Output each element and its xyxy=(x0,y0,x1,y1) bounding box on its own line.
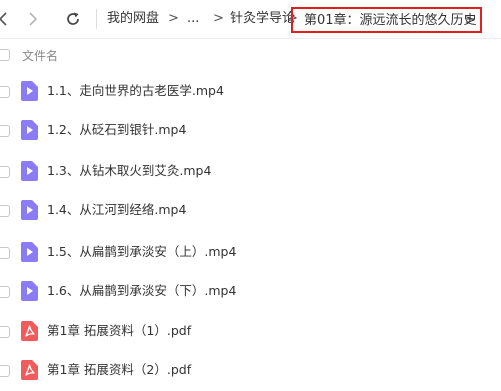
row-checkbox[interactable] xyxy=(0,86,10,98)
video-file-icon xyxy=(21,120,38,140)
pdf-file-icon xyxy=(21,360,38,380)
refresh-button[interactable] xyxy=(63,8,83,30)
refresh-icon xyxy=(67,12,79,25)
breadcrumb-current: 第01章：源远流长的悠久历史 xyxy=(304,13,477,28)
file-name: 1.3、从钻木取火到艾灸.mp4 xyxy=(47,163,212,178)
navigation-bar: 我的网盘 > ... > 针灸学导论 > 第01章：源远流长的悠久历史 > xyxy=(0,0,501,39)
back-button[interactable] xyxy=(0,8,12,30)
file-name: 1.1、走向世界的古老医学.mp4 xyxy=(47,83,224,98)
breadcrumb-current-highlight: 第01章：源远流长的悠久历史 > xyxy=(291,7,482,33)
chevron-left-icon xyxy=(0,12,7,26)
video-file-icon xyxy=(21,161,38,181)
file-name: 1.2、从砭石到银针.mp4 xyxy=(47,122,187,137)
row-checkbox[interactable] xyxy=(0,166,10,178)
row-checkbox[interactable] xyxy=(0,125,10,137)
file-name: 第1章 拓展资料（1）.pdf xyxy=(47,323,192,338)
file-row[interactable]: 1.2、从砭石到银针.mp4 xyxy=(0,113,501,149)
nav-divider xyxy=(96,9,97,29)
row-checkbox[interactable] xyxy=(0,286,10,298)
select-all-checkbox[interactable] xyxy=(0,49,10,61)
breadcrumb-item-my-drive[interactable]: 我的网盘 xyxy=(107,10,159,28)
row-checkbox[interactable] xyxy=(0,205,10,217)
video-file-icon xyxy=(21,81,38,101)
video-file-icon xyxy=(21,200,38,220)
file-row[interactable]: 第1章 拓展资料（1）.pdf xyxy=(0,314,501,350)
row-checkbox[interactable] xyxy=(0,247,10,259)
pdf-file-icon xyxy=(21,321,38,341)
column-header-filename[interactable]: 文件名 xyxy=(22,47,58,64)
video-file-icon xyxy=(21,281,38,301)
breadcrumb-separator: > xyxy=(465,13,476,28)
file-name: 1.4、从江河到经络.mp4 xyxy=(47,202,187,217)
file-name: 1.5、从扁鹊到承淡安（上）.mp4 xyxy=(47,244,237,259)
chevron-right-icon xyxy=(29,12,38,26)
row-checkbox[interactable] xyxy=(0,365,10,377)
list-header: 文件名 xyxy=(0,40,501,70)
file-row[interactable]: 1.1、走向世界的古老医学.mp4 xyxy=(0,74,501,110)
file-row[interactable]: 1.6、从扁鹊到承淡安（下）.mp4 xyxy=(0,274,501,310)
video-file-icon xyxy=(21,242,38,262)
file-row[interactable]: 1.3、从钻木取火到艾灸.mp4 xyxy=(0,154,501,190)
file-row[interactable]: 1.4、从江河到经络.mp4 xyxy=(0,193,501,229)
file-browser: 我的网盘 > ... > 针灸学导论 > 第01章：源远流长的悠久历史 > 文件… xyxy=(0,0,501,391)
breadcrumb-item-ellipsis[interactable]: ... xyxy=(187,10,199,28)
file-row[interactable]: 第1章 拓展资料（2）.pdf xyxy=(0,353,501,389)
file-name: 第1章 拓展资料（2）.pdf xyxy=(47,362,192,377)
breadcrumb-item-course[interactable]: 针灸学导论 xyxy=(230,10,295,28)
breadcrumb-separator: > xyxy=(168,11,179,26)
breadcrumb-separator: > xyxy=(213,11,224,26)
file-row[interactable]: 1.5、从扁鹊到承淡安（上）.mp4 xyxy=(0,235,501,271)
forward-button[interactable] xyxy=(24,8,42,30)
row-checkbox[interactable] xyxy=(0,326,10,338)
file-name: 1.6、从扁鹊到承淡安（下）.mp4 xyxy=(47,283,237,298)
